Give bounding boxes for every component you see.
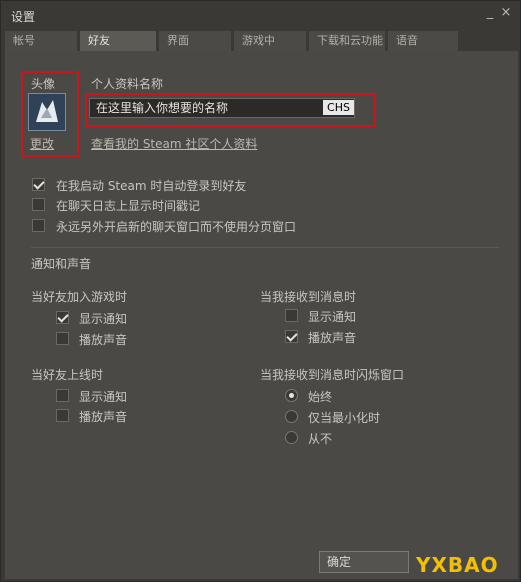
close-button[interactable]: × bbox=[499, 5, 513, 21]
ok-button[interactable]: 确定 bbox=[319, 551, 409, 573]
receive-message-heading: 当我接收到消息时 bbox=[260, 290, 357, 304]
message-sound-checkbox[interactable] bbox=[285, 330, 298, 343]
tab-bar: 帐号 好友 界面 游戏中 下载和云功能 语音 bbox=[5, 31, 518, 51]
tab-account[interactable]: 帐号 bbox=[5, 31, 77, 51]
profile-name-heading: 个人资料名称 bbox=[91, 77, 164, 91]
flash-always-label: 始终 bbox=[308, 390, 333, 404]
title-bar[interactable]: 设置 _ × bbox=[1, 1, 521, 29]
timestamp-label: 在聊天日志上显示时间戳记 bbox=[56, 199, 201, 213]
section-divider bbox=[31, 247, 499, 248]
online-sound-checkbox[interactable] bbox=[56, 409, 69, 422]
tab-voice[interactable]: 语音 bbox=[388, 31, 458, 51]
community-profile-link[interactable]: 查看我的 Steam 社区个人资料 bbox=[91, 135, 257, 152]
minimize-button[interactable]: _ bbox=[483, 5, 497, 21]
flash-never-label: 从不 bbox=[308, 432, 333, 446]
auto-login-label: 在我启动 Steam 时自动登录到好友 bbox=[56, 179, 247, 193]
avatar-heading: 头像 bbox=[31, 77, 56, 91]
separate-window-checkbox[interactable] bbox=[32, 219, 45, 232]
tab-interface[interactable]: 界面 bbox=[159, 31, 231, 51]
tab-downloads-cloud[interactable]: 下载和云功能 bbox=[309, 31, 385, 51]
ime-indicator[interactable]: CHS bbox=[323, 100, 354, 115]
auto-login-checkbox[interactable] bbox=[32, 178, 45, 191]
tab-friends[interactable]: 好友 bbox=[80, 31, 156, 51]
tab-in-game[interactable]: 游戏中 bbox=[234, 31, 306, 51]
online-notify-checkbox[interactable] bbox=[56, 389, 69, 402]
join-game-notify-checkbox[interactable] bbox=[56, 311, 69, 324]
friend-online-heading: 当好友上线时 bbox=[31, 368, 104, 382]
timestamp-checkbox[interactable] bbox=[32, 198, 45, 211]
flash-window-heading: 当我接收到消息时闪烁窗口 bbox=[260, 368, 405, 382]
settings-window: 设置 _ × 帐号 好友 界面 游戏中 下载和云功能 语音 头像 更改 个人资料… bbox=[0, 0, 521, 582]
watermark-logo: YXBAO bbox=[416, 553, 499, 577]
online-sound-label: 播放声音 bbox=[79, 410, 128, 424]
message-sound-label: 播放声音 bbox=[308, 331, 357, 345]
join-game-notify-label: 显示通知 bbox=[79, 312, 128, 326]
friend-joins-game-heading: 当好友加入游戏时 bbox=[31, 290, 128, 304]
flash-minimized-radio[interactable] bbox=[285, 410, 298, 423]
notifications-heading: 通知和声音 bbox=[31, 257, 92, 271]
window-title: 设置 bbox=[11, 10, 36, 24]
join-game-sound-label: 播放声音 bbox=[79, 333, 128, 347]
flash-never-radio[interactable] bbox=[285, 431, 298, 444]
profile-name-value: 在这里输入你想要的名称 bbox=[96, 101, 229, 115]
message-notify-checkbox[interactable] bbox=[285, 309, 298, 322]
avatar-image bbox=[29, 94, 65, 130]
separate-window-label: 永远另外开启新的聊天窗口而不使用分页窗口 bbox=[56, 220, 297, 234]
profile-name-input[interactable]: 在这里输入你想要的名称 bbox=[89, 98, 355, 118]
flash-minimized-label: 仅当最小化时 bbox=[308, 411, 381, 425]
online-notify-label: 显示通知 bbox=[79, 390, 128, 404]
flash-always-radio[interactable] bbox=[285, 389, 298, 402]
change-avatar-link[interactable]: 更改 bbox=[30, 135, 54, 152]
message-notify-label: 显示通知 bbox=[308, 310, 357, 324]
avatar[interactable] bbox=[28, 93, 66, 131]
join-game-sound-checkbox[interactable] bbox=[56, 332, 69, 345]
